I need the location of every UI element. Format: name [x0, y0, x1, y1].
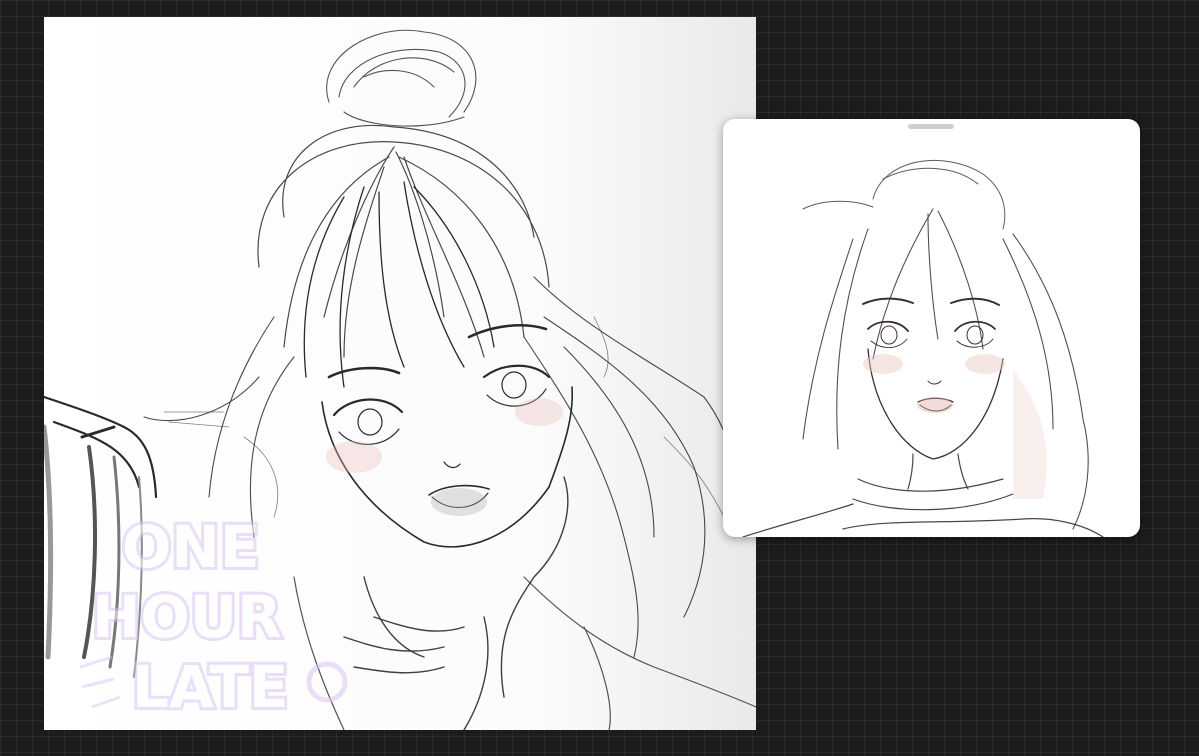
watermark-line-2: HOUR: [92, 583, 282, 651]
watermark-line-1: ONE: [122, 513, 259, 581]
reference-image-panel[interactable]: [723, 119, 1140, 537]
watermark-line-3: LATE: [132, 653, 289, 721]
watermark-circle-icon: [306, 661, 348, 703]
one-hour-late-watermark: ONE HOUR LATE: [79, 510, 348, 724]
drawing-canvas[interactable]: ONE HOUR LATE: [44, 17, 756, 730]
panel-drag-handle[interactable]: [908, 124, 954, 129]
reference-artwork: [742, 159, 1104, 537]
sparkle-icon: [79, 655, 121, 709]
